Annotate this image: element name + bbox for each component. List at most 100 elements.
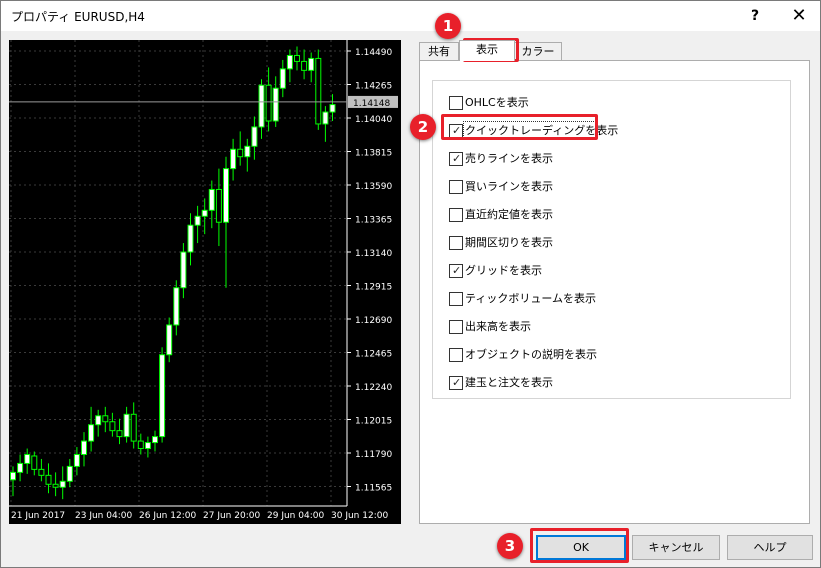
checkbox[interactable] (449, 320, 463, 334)
candle-body (187, 224, 194, 253)
checkbox[interactable] (449, 96, 463, 110)
candle-body (230, 148, 237, 170)
candle-body (279, 68, 286, 89)
candle-body (208, 188, 215, 211)
candle-body (329, 104, 336, 113)
candle-body (144, 442, 151, 450)
option-label: OHLCを表示 (465, 96, 529, 109)
candle-body (166, 324, 173, 356)
price-label: 1.14490 (355, 48, 392, 58)
option-label: 直近約定値を表示 (465, 208, 553, 221)
option-label: 期間区切りを表示 (465, 236, 553, 249)
candle-body (152, 436, 158, 444)
checkbox[interactable] (449, 180, 463, 194)
tab-display[interactable]: 表示 (459, 40, 515, 61)
candle-body (52, 483, 59, 488)
price-label: 1.13590 (355, 182, 392, 192)
candle-body (88, 424, 95, 442)
price-label: 1.12915 (355, 283, 392, 293)
candle-body (123, 413, 130, 438)
candle-body (194, 215, 201, 226)
title-bar: プロパティ EURUSD,H4 ? ✕ (1, 1, 820, 31)
time-label: 29 Jun 04:00 (267, 511, 324, 521)
tab-label: カラー (521, 45, 555, 58)
checkbox[interactable]: ✓ (449, 264, 463, 278)
candle-body (31, 455, 38, 470)
checkbox[interactable]: ✓ (449, 152, 463, 166)
tab-label: 共有 (428, 45, 450, 58)
candle-body (59, 480, 66, 488)
time-label: 21 Jun 2017 (11, 511, 65, 521)
candle-body (81, 440, 87, 455)
candle-body (244, 145, 251, 158)
candle-body (308, 57, 315, 71)
checkbox[interactable] (449, 348, 463, 362)
time-label: 27 Jun 20:00 (203, 511, 260, 521)
candle-body (130, 413, 137, 442)
price-label: 1.12015 (355, 417, 392, 427)
candle-body (66, 465, 73, 482)
option-highlight-frame (441, 114, 598, 140)
cancel-button[interactable]: キャンセル (632, 535, 720, 560)
option-label: 売りラインを表示 (465, 152, 553, 165)
candle-body (17, 462, 24, 473)
checkbox[interactable] (449, 208, 463, 222)
candle-body (301, 60, 308, 71)
candle-body (102, 415, 109, 423)
close-icon[interactable]: ✕ (787, 4, 811, 28)
option-label: ティックボリュームを表示 (465, 292, 597, 305)
check-icon: ✓ (452, 376, 462, 389)
time-label: 26 Jun 12:00 (139, 511, 196, 521)
time-label: 23 Jun 04:00 (75, 511, 132, 521)
window-title: プロパティ EURUSD,H4 (11, 10, 145, 24)
ok-highlight-frame (530, 528, 629, 563)
price-label: 1.13815 (355, 149, 392, 159)
candle-body (265, 84, 272, 122)
price-label: 1.14265 (355, 82, 392, 92)
candle-body (258, 84, 265, 128)
option-label: 建玉と注文を表示 (465, 376, 553, 389)
tab-label: 表示 (476, 43, 498, 56)
checkbox[interactable]: ✓ (449, 376, 463, 390)
price-label: 1.12465 (355, 350, 392, 360)
checkbox[interactable] (449, 236, 463, 250)
price-label: 1.12690 (355, 316, 392, 326)
candle-body (223, 168, 229, 223)
price-label: 1.11790 (355, 450, 392, 460)
candle-body (10, 471, 16, 481)
candle-body (322, 111, 329, 125)
candle-body (251, 126, 258, 147)
candle-body (45, 474, 52, 485)
option-label: オブジェクトの説明を表示 (465, 348, 597, 361)
checkbox[interactable] (449, 292, 463, 306)
price-label: 1.14040 (355, 115, 392, 125)
candle-body (95, 415, 102, 426)
option-label: 出来高を表示 (465, 320, 531, 333)
tab-common[interactable]: 共有 (419, 42, 459, 61)
tab-colors[interactable]: カラー (514, 42, 562, 61)
candle-body (38, 468, 45, 476)
option-label: グリッドを表示 (465, 264, 542, 277)
candle-body (315, 57, 322, 125)
candle-body (294, 54, 300, 62)
price-label: 1.11565 (355, 484, 392, 494)
check-icon: ✓ (452, 152, 462, 165)
candle-body (137, 440, 144, 450)
help-button[interactable]: ヘルプ (727, 535, 813, 560)
candle-body (116, 430, 123, 438)
current-price-label: 1.14148 (353, 99, 390, 109)
step-badge-3: 3 (497, 533, 523, 559)
candle-body (237, 148, 244, 158)
candle-body (201, 209, 208, 217)
help-icon[interactable]: ? (745, 5, 765, 27)
candle-body (159, 354, 166, 438)
candlestick-chart: 1.14490 1.14265 1.14040 1.13815 1.13590 1.133… (9, 40, 398, 521)
candle-body (173, 287, 180, 326)
price-label: 1.13365 (355, 216, 392, 226)
price-label: 1.13140 (355, 249, 392, 259)
option-label: 買いラインを表示 (465, 180, 553, 193)
step-badge-1: 1 (435, 13, 461, 39)
candle-body (109, 421, 116, 432)
candle-body (215, 188, 222, 223)
time-label: 30 Jun 12:00 (331, 511, 388, 521)
